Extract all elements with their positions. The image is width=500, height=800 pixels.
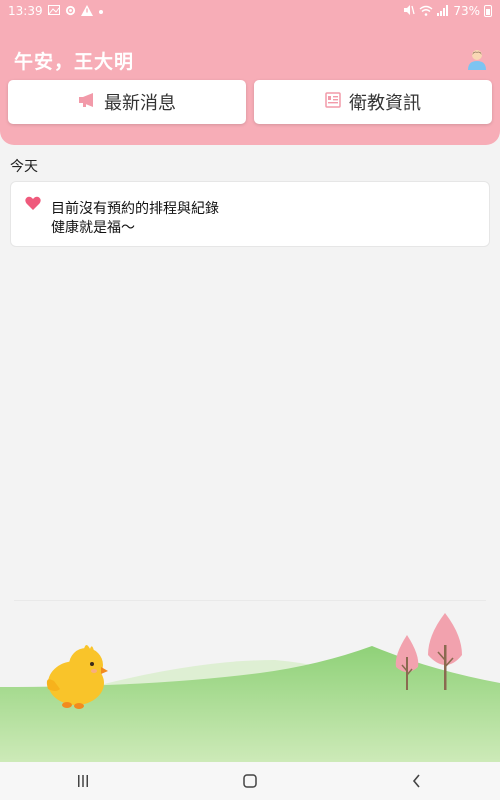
content-divider [14, 600, 486, 601]
document-icon [325, 91, 341, 113]
dot-icon [98, 6, 104, 17]
megaphone-icon [78, 92, 96, 113]
status-left: 13:39 [8, 4, 104, 18]
news-button[interactable]: 最新消息 [8, 80, 246, 124]
no-schedule-message: 目前沒有預約的排程與紀錄 [51, 201, 219, 217]
system-nav-bar [0, 762, 500, 800]
wifi-icon [419, 5, 433, 18]
battery-percent: 73% [453, 4, 480, 18]
status-bar: 13:39 73% [0, 0, 500, 22]
app-header: 13:39 73% 午安，王大明 最新消息 衛教資訊 [0, 0, 500, 145]
news-button-label: 最新消息 [104, 93, 176, 114]
greeting-title: 午安，王大明 [14, 51, 135, 73]
settings-icon [65, 5, 76, 18]
warning-icon [80, 4, 93, 18]
health-education-label: 衛教資訊 [349, 93, 421, 114]
mute-icon [403, 4, 415, 18]
heart-icon [25, 196, 41, 211]
gallery-icon [47, 5, 60, 17]
recent-apps-icon[interactable] [53, 766, 113, 796]
today-section-title: 今天 [10, 159, 38, 175]
no-schedule-card: 目前沒有預約的排程與紀錄 健康就是福～ [10, 181, 490, 247]
status-right: 73% [403, 4, 492, 18]
scenery-illustration [0, 605, 500, 762]
health-education-button[interactable]: 衛教資訊 [254, 80, 492, 124]
signal-icon [437, 4, 449, 18]
status-time: 13:39 [8, 4, 43, 18]
health-blessing-message: 健康就是福～ [51, 220, 135, 236]
person-icon[interactable] [466, 48, 488, 70]
back-icon[interactable] [387, 766, 447, 796]
battery-icon [484, 5, 492, 17]
home-icon[interactable] [220, 766, 280, 796]
